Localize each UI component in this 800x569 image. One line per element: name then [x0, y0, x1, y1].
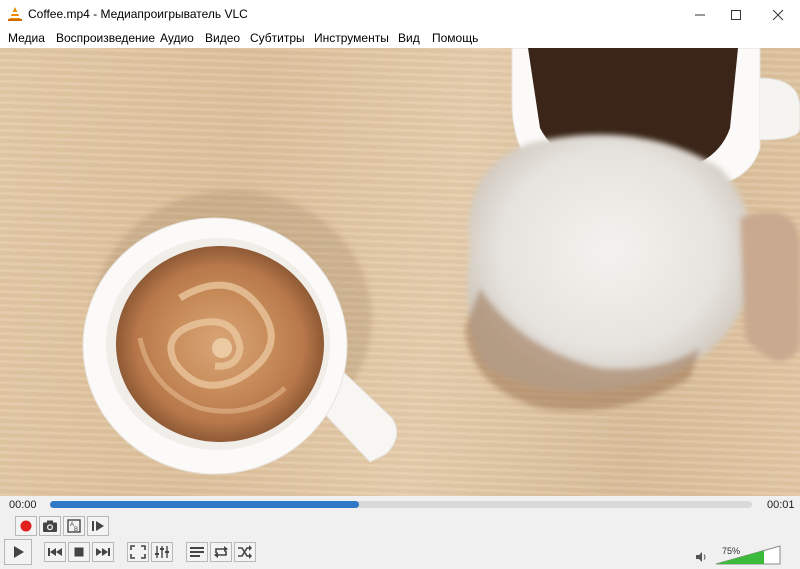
ab-loop-icon: A B [67, 519, 81, 533]
minimize-button[interactable] [680, 0, 720, 29]
extended-settings-icon [155, 546, 169, 558]
svg-text:B: B [74, 527, 78, 533]
snapshot-button[interactable] [39, 516, 61, 536]
play-button[interactable] [4, 539, 32, 565]
previous-icon [48, 548, 62, 556]
seek-slider[interactable] [50, 501, 752, 508]
speaker-icon[interactable] [695, 551, 707, 563]
menu-audio[interactable]: Аудио [160, 31, 194, 45]
loop-button[interactable] [210, 542, 232, 562]
vlc-cone-icon [8, 7, 22, 21]
minimize-icon [695, 14, 705, 15]
record-icon [20, 520, 32, 532]
stop-icon [74, 547, 84, 557]
menu-video[interactable]: Видео [205, 31, 240, 45]
close-button[interactable] [758, 0, 798, 29]
stop-button[interactable] [68, 542, 90, 562]
seek-progress [50, 501, 359, 508]
play-icon [14, 546, 24, 558]
shuffle-button[interactable] [234, 542, 256, 562]
elapsed-time: 00:00 [9, 499, 37, 511]
camera-icon [43, 520, 57, 532]
video-frame [82, 48, 800, 475]
menu-playback[interactable]: Воспроизведение [56, 31, 155, 45]
menu-help[interactable]: Помощь [432, 31, 478, 45]
playlist-icon [190, 547, 204, 557]
menu-subtitles[interactable]: Субтитры [250, 31, 305, 45]
window-title: Coffee.mp4 - Медиапроигрыватель VLC [28, 7, 248, 21]
playlist-button[interactable] [186, 542, 208, 562]
ab-loop-button[interactable]: A B [63, 516, 85, 536]
total-time: 00:01 [767, 499, 795, 511]
next-button[interactable] [92, 542, 114, 562]
menu-bar: Медиа Воспроизведение Аудио Видео Субтит… [0, 29, 800, 48]
maximize-button[interactable] [716, 0, 756, 29]
video-area[interactable] [0, 48, 800, 496]
shuffle-icon [238, 545, 252, 559]
seek-row: 00:00 00:01 [0, 496, 800, 514]
menu-media[interactable]: Медиа [8, 31, 45, 45]
title-bar: Coffee.mp4 - Медиапроигрыватель VLC [0, 0, 800, 29]
fullscreen-button[interactable] [127, 542, 149, 562]
volume-slider[interactable] [714, 544, 782, 566]
frame-step-button[interactable] [87, 516, 109, 536]
menu-view[interactable]: Вид [398, 31, 420, 45]
next-icon [96, 548, 110, 556]
loop-icon [214, 546, 228, 558]
fullscreen-icon [130, 545, 146, 559]
close-icon [772, 9, 784, 20]
previous-button[interactable] [44, 542, 66, 562]
maximize-icon [731, 9, 741, 20]
frame-step-icon [92, 521, 104, 531]
menu-tools[interactable]: Инструменты [314, 31, 389, 45]
extended-settings-button[interactable] [151, 542, 173, 562]
record-button[interactable] [15, 516, 37, 536]
